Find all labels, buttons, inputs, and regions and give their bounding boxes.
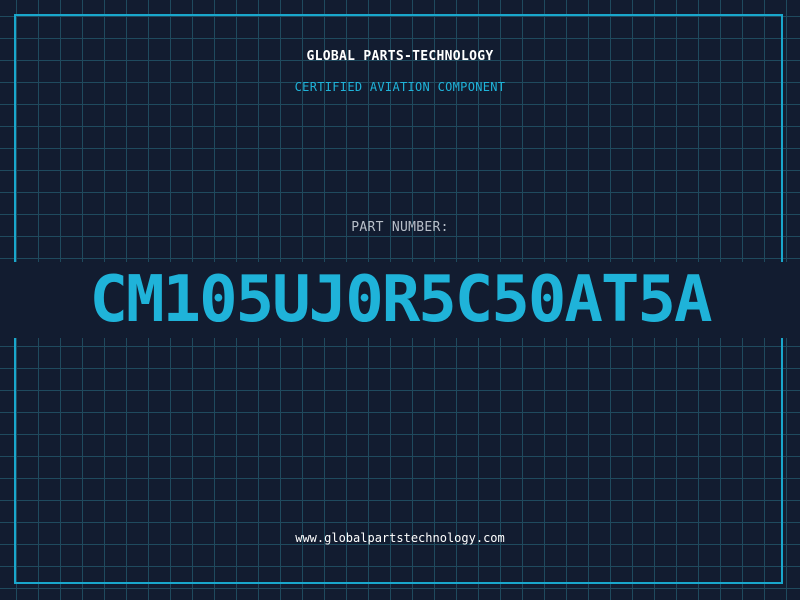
certification-subtitle: CERTIFIED AVIATION COMPONENT bbox=[294, 80, 506, 94]
part-label-card: GLOBAL PARTS-TECHNOLOGY CERTIFIED AVIATI… bbox=[0, 0, 800, 600]
company-name: GLOBAL PARTS-TECHNOLOGY bbox=[306, 49, 494, 64]
part-number-value: CM105UJ0R5C50AT5A bbox=[0, 262, 800, 338]
website-url: www.globalpartstechnology.com bbox=[295, 531, 505, 545]
part-number-label: PART NUMBER: bbox=[351, 220, 449, 235]
